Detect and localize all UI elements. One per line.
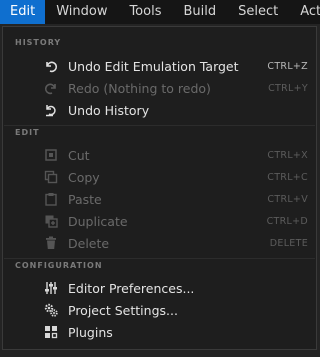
menu-item-cut[interactable]: Cut CTRL+X [3, 144, 316, 166]
section-header-configuration: CONFIGURATION [15, 261, 103, 270]
section-header-edit: EDIT [15, 128, 40, 137]
menu-item-redo[interactable]: Redo (Nothing to redo) CTRL+Y [3, 77, 316, 99]
undo-history-icon [43, 102, 59, 118]
duplicate-label: Duplicate [68, 213, 128, 229]
duplicate-shortcut: CTRL+D [266, 215, 308, 227]
cut-label: Cut [68, 147, 90, 163]
gears-icon [43, 302, 59, 318]
menu-edit[interactable]: Edit [0, 0, 46, 24]
copy-icon [43, 169, 59, 185]
menu-item-undo-history[interactable]: Undo History [3, 99, 316, 121]
sliders-icon [43, 280, 59, 296]
delete-label: Delete [68, 235, 110, 251]
menu-item-duplicate[interactable]: Duplicate CTRL+D [3, 210, 316, 232]
menu-tools[interactable]: Tools [118, 0, 172, 24]
redo-shortcut: CTRL+Y [268, 82, 308, 94]
copy-label: Copy [68, 169, 100, 185]
menu-item-plugins[interactable]: Plugins [3, 321, 316, 343]
undo-icon [43, 58, 59, 74]
paste-icon [43, 191, 59, 207]
menu-build[interactable]: Build [172, 0, 227, 24]
plug-icon [43, 324, 59, 340]
menu-item-paste[interactable]: Paste CTRL+V [3, 188, 316, 210]
menu-item-undo[interactable]: Undo Edit Emulation Target CTRL+Z [3, 55, 316, 77]
menu-item-project-settings[interactable]: Project Settings... [3, 299, 316, 321]
paste-shortcut: CTRL+V [267, 193, 308, 205]
delete-shortcut: DELETE [269, 237, 308, 249]
cut-icon [43, 147, 59, 163]
copy-shortcut: CTRL+C [267, 171, 308, 183]
undo-shortcut: CTRL+Z [267, 60, 308, 72]
redo-label: Redo (Nothing to redo) [68, 80, 211, 96]
menu-select[interactable]: Select [227, 0, 289, 24]
editor-preferences-label: Editor Preferences... [68, 280, 195, 296]
section-divider [4, 258, 315, 259]
menu-item-editor-preferences[interactable]: Editor Preferences... [3, 277, 316, 299]
redo-icon [43, 80, 59, 96]
menu-item-copy[interactable]: Copy CTRL+C [3, 166, 316, 188]
paste-label: Paste [68, 191, 102, 207]
menu-bar: Edit Window Tools Build Select Acto [0, 0, 320, 24]
duplicate-icon [43, 213, 59, 229]
edit-dropdown-menu: HISTORY Undo Edit Emulation Target CTRL+… [2, 26, 317, 350]
trash-icon [43, 235, 59, 251]
cut-shortcut: CTRL+X [267, 149, 308, 161]
undo-history-label: Undo History [68, 102, 150, 118]
undo-label: Undo Edit Emulation Target [68, 58, 239, 74]
plugins-label: Plugins [68, 324, 113, 340]
menu-window[interactable]: Window [45, 0, 118, 24]
menu-actor[interactable]: Acto [289, 0, 320, 24]
section-divider [4, 125, 315, 126]
project-settings-label: Project Settings... [68, 302, 178, 318]
menu-item-delete[interactable]: Delete DELETE [3, 232, 316, 254]
section-header-history: HISTORY [15, 38, 62, 47]
